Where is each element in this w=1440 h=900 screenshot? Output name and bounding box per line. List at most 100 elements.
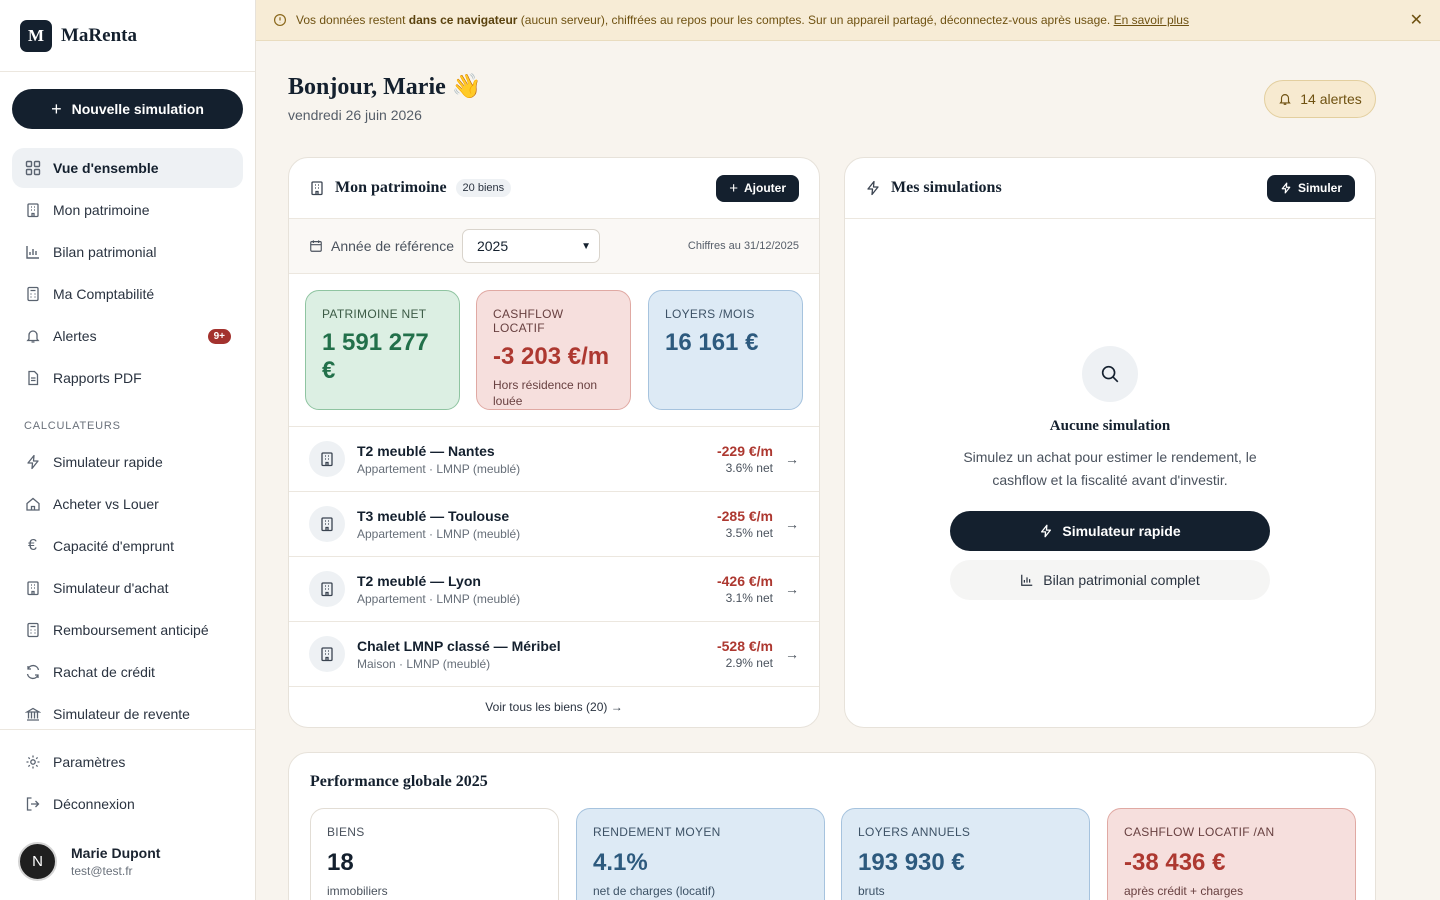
sidebar-item-label: Simulateur de revente xyxy=(53,706,190,722)
sidebar-item-revente[interactable]: Simulateur de revente xyxy=(12,694,243,734)
year-select[interactable]: 2025 ▼ xyxy=(461,229,600,263)
sidebar-item-label: Vue d'ensemble xyxy=(53,160,159,176)
brand[interactable]: M MaRenta xyxy=(0,0,255,72)
sidebar-item-label: Rachat de crédit xyxy=(53,664,155,680)
gear-icon xyxy=(24,754,41,771)
simulations-header: Mes simulations Simuler xyxy=(845,158,1375,219)
banner-learn-more-link[interactable]: En savoir plus xyxy=(1114,13,1189,27)
banner-text: Vos données restent dans ce navigateur (… xyxy=(296,13,1189,27)
see-all-properties-link[interactable]: Voir tous les biens (20) → xyxy=(289,687,819,727)
property-cashflow: -285 €/m xyxy=(716,508,773,524)
property-cashflow: -229 €/m xyxy=(716,443,773,459)
kpi-sub: immobiliers xyxy=(327,884,388,898)
section-label-calculators: CALCULATEURS xyxy=(24,420,121,432)
bolt-icon xyxy=(1041,524,1052,538)
sidebar-item-label: Déconnexion xyxy=(53,796,135,812)
property-name: Chalet LMNP classé — Méribel xyxy=(357,637,561,654)
kpi-sub: Hors résidence non louée xyxy=(493,378,598,408)
building-icon xyxy=(309,571,345,607)
kpi-label: BIENS xyxy=(327,825,365,839)
empty-title: Aucune simulation xyxy=(1049,418,1171,434)
performance-title: Performance globale 2025 xyxy=(310,773,488,790)
calculator-icon xyxy=(24,622,41,639)
brand-logo: M xyxy=(20,19,52,52)
sidebar-item-simulateur-achat[interactable]: Simulateur d'achat xyxy=(12,568,243,608)
quick-simulator-button[interactable]: Simulateur rapide xyxy=(950,511,1270,551)
property-name: T2 meublé — Nantes xyxy=(357,442,495,459)
property-row[interactable]: T3 meublé — Toulouse Appartement · LMNP … xyxy=(289,492,819,557)
full-balance-label: Bilan patrimonial complet xyxy=(1043,572,1200,588)
patrimoine-header: Mon patrimoine 20 biens + Ajouter xyxy=(289,158,819,219)
simulations-title: Mes simulations xyxy=(891,179,1002,196)
new-simulation-button[interactable]: + Nouvelle simulation xyxy=(12,89,243,129)
sidebar: M MaRenta + Nouvelle simulation Vue d'en… xyxy=(0,0,256,900)
kpi-label: CASHFLOW LOCATIF xyxy=(493,307,564,335)
kpi-label: LOYERS ANNUELS xyxy=(858,825,971,839)
sidebar-item-label: Rapports PDF xyxy=(53,370,142,386)
sidebar-item-simulateur-rapide[interactable]: Simulateur rapide xyxy=(12,442,243,482)
plus-icon: + xyxy=(51,99,62,119)
property-yield: 3.6% net xyxy=(725,461,773,475)
euro-icon: € xyxy=(28,537,37,554)
current-date: vendredi 26 juin 2026 xyxy=(288,107,422,123)
kpi-value: -3 203 €/m xyxy=(493,343,610,370)
sidebar-item-alertes[interactable]: Alertes 9+ xyxy=(12,316,243,356)
kpi-label: LOYERS /MOIS xyxy=(665,307,755,321)
building-icon xyxy=(309,506,345,542)
home-icon xyxy=(24,496,41,513)
building-icon xyxy=(24,580,41,597)
kpi-value: 4.1% xyxy=(593,849,648,876)
sidebar-item-parametres[interactable]: Paramètres xyxy=(12,742,244,782)
kpi-value: 16 161 € xyxy=(665,329,759,356)
sidebar-item-bilan[interactable]: Bilan patrimonial xyxy=(12,232,243,272)
building-icon xyxy=(309,636,345,672)
sidebar-item-rapports[interactable]: Rapports PDF xyxy=(12,358,243,398)
building-icon xyxy=(311,181,323,196)
property-row[interactable]: T2 meublé — Lyon Appartement · LMNP (meu… xyxy=(289,557,819,622)
kpi-properties-count: BIENS 18 immobiliers xyxy=(310,808,559,900)
sidebar-item-remboursement[interactable]: Remboursement anticipé xyxy=(12,610,243,650)
simulations-card: Mes simulations Simuler Aucune simulatio… xyxy=(844,157,1376,728)
arrow-right-icon: → xyxy=(785,451,799,467)
sidebar-item-deconnexion[interactable]: Déconnexion xyxy=(12,784,244,824)
sidebar-item-patrimoine[interactable]: Mon patrimoine xyxy=(12,190,243,230)
kpi-sub: après crédit + charges xyxy=(1124,884,1244,898)
alerts-button[interactable]: 14 alertes xyxy=(1264,80,1376,118)
property-row[interactable]: T2 meublé — Nantes Appartement · LMNP (m… xyxy=(289,427,819,492)
calculator-icon xyxy=(24,286,41,303)
kpi-net-worth: PATRIMOINE NET 1 591 277 € xyxy=(305,290,460,410)
chevron-down-icon: ▼ xyxy=(581,240,591,252)
brand-name: MaRenta xyxy=(61,24,137,46)
sidebar-item-rachat-credit[interactable]: Rachat de crédit xyxy=(12,652,243,692)
sidebar-item-label: Ma Comptabilité xyxy=(53,286,155,302)
kpi-value: 18 xyxy=(327,849,354,876)
bar-chart-icon xyxy=(24,244,41,261)
kpi-value: -38 436 € xyxy=(1124,849,1226,876)
alerts-label: 14 alertes xyxy=(1300,91,1362,107)
add-property-button[interactable]: + Ajouter xyxy=(716,174,799,202)
property-cashflow: -426 €/m xyxy=(716,573,773,589)
bell-icon xyxy=(1279,94,1291,105)
as-of-date: Chiffres au 31/12/2025 xyxy=(687,240,799,252)
bolt-icon xyxy=(1281,182,1291,194)
user-profile[interactable]: N Marie Dupont test@test.fr xyxy=(18,842,160,881)
kpi-annual-cashflow: CASHFLOW LOCATIF /AN -38 436 € après cré… xyxy=(1107,808,1356,900)
property-type: Appartement · LMNP (meublé) xyxy=(357,461,521,476)
year-value: 2025 xyxy=(476,238,509,254)
sidebar-item-acheter-louer[interactable]: Acheter vs Louer xyxy=(12,484,243,524)
year-label: Année de référence xyxy=(331,238,454,254)
property-row[interactable]: Chalet LMNP classé — Méribel Maison · LM… xyxy=(289,622,819,687)
bank-icon xyxy=(24,706,41,723)
sidebar-item-comptabilite[interactable]: Ma Comptabilité xyxy=(12,274,243,314)
close-icon[interactable]: ✕ xyxy=(1410,10,1423,30)
sidebar-item-overview[interactable]: Vue d'ensemble xyxy=(12,148,243,188)
simulate-button[interactable]: Simuler xyxy=(1266,174,1355,202)
full-balance-button[interactable]: Bilan patrimonial complet xyxy=(950,560,1270,600)
simulations-empty-state: Aucune simulation Simulez un achat pour … xyxy=(845,220,1375,727)
simulate-label: Simuler xyxy=(1297,181,1342,195)
add-label: Ajouter xyxy=(744,181,786,195)
alert-count-badge: 9+ xyxy=(207,328,231,344)
arrow-right-icon: → xyxy=(785,516,799,532)
kpi-annual-rent: LOYERS ANNUELS 193 930 € bruts xyxy=(841,808,1090,900)
sidebar-item-capacite-emprunt[interactable]: € Capacité d'emprunt xyxy=(12,526,243,566)
